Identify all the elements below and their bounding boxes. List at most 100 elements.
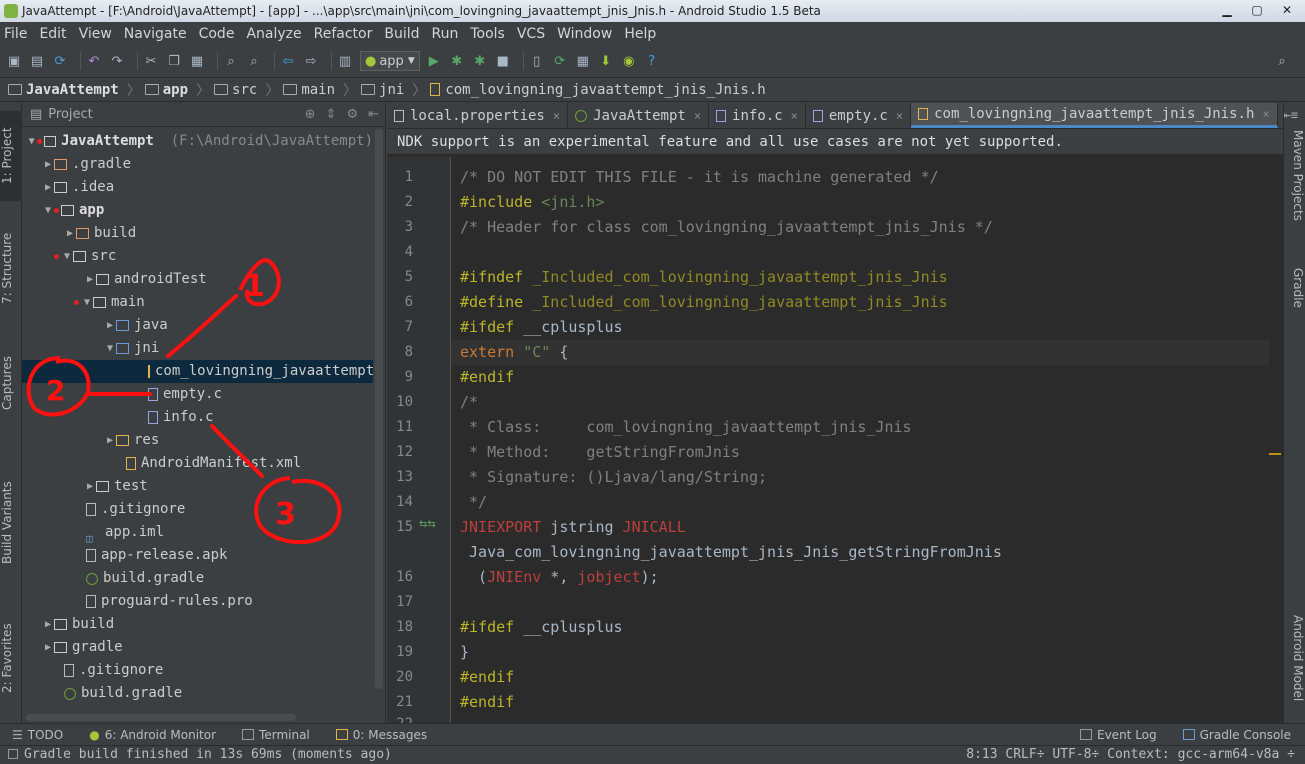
hide-icon[interactable]: ⇤ [368, 107, 379, 122]
menu-view[interactable]: View [79, 26, 112, 42]
tab-build-variants[interactable]: Build Variants [0, 463, 22, 583]
open-folder-icon[interactable]: ▣ [6, 53, 22, 69]
status-position[interactable]: 8:13 CRLF÷ UTF-8÷ Context: gcc-arm64-v8a… [966, 746, 1295, 764]
tree-node-root[interactable]: ▼ JavaAttempt (F:\Android\JavaAttempt) [22, 130, 373, 153]
tree-node-gradle-dir[interactable]: ▶ .gradle [22, 153, 373, 176]
tree-node-root-gitignore[interactable]: .gitignore [22, 659, 373, 682]
tree-node-root-build[interactable]: ▶ build [22, 613, 373, 636]
tree-node-apk[interactable]: app-release.apk [22, 544, 373, 567]
tab-favorites[interactable]: 2: Favorites [0, 608, 22, 708]
tree-node-jnis-header[interactable]: com_lovingning_javaattempt [22, 360, 374, 383]
tab-structure[interactable]: 7: Structure [0, 218, 22, 318]
tree-node-manifest[interactable]: AndroidManifest.xml [22, 452, 373, 475]
tool-terminal[interactable]: Terminal [242, 728, 310, 742]
run-config-select[interactable]: ● app ▼ [360, 51, 420, 71]
menu-window[interactable]: Window [557, 26, 612, 42]
menu-refactor[interactable]: Refactor [314, 26, 373, 42]
tree-node-proguard[interactable]: proguard-rules.pro [22, 590, 373, 613]
tab-maven-projects[interactable]: Maven Projects [1283, 115, 1305, 235]
undo-icon[interactable]: ↶ [86, 53, 102, 69]
sync-gradle-icon[interactable]: ⟳ [552, 53, 568, 69]
copy-icon[interactable]: ❐ [166, 53, 182, 69]
project-vertical-scrollbar[interactable] [375, 129, 383, 689]
tool-messages[interactable]: 0: Messages [335, 728, 427, 742]
tree-node-java[interactable]: ▶ java [22, 314, 373, 337]
help-icon[interactable]: ? [644, 53, 660, 69]
find-icon[interactable]: ⌕ [223, 53, 239, 69]
tab-captures[interactable]: Captures [0, 343, 22, 423]
tree-node-app-build-gradle[interactable]: build.gradle [22, 567, 373, 590]
breadcrumb-jni[interactable]: jni [361, 82, 404, 98]
tree-node-src[interactable]: ▼ src [22, 245, 373, 268]
menu-edit[interactable]: Edit [39, 26, 66, 42]
gear-icon[interactable]: ⚙ [346, 107, 358, 122]
tree-node-app-gitignore[interactable]: .gitignore [22, 498, 373, 521]
project-structure-icon[interactable]: ▦ [575, 53, 591, 69]
tool-android-monitor[interactable]: ● 6: Android Monitor [89, 728, 216, 742]
breadcrumb-src[interactable]: src [214, 82, 257, 98]
implementation-marker-icon[interactable]: ⇆⇆ [419, 519, 436, 530]
forward-icon[interactable]: ⇨ [303, 53, 319, 69]
minimize-button[interactable]: ▁ [1213, 1, 1241, 19]
tab-list-icon[interactable]: ⇤≡ [1278, 103, 1304, 128]
tree-node-androidtest[interactable]: ▶ androidTest [22, 268, 373, 291]
project-horizontal-scrollbar[interactable] [26, 714, 296, 721]
tool-todo[interactable]: ☰ TODO [12, 728, 63, 742]
sync-scroll-icon[interactable]: ⊕ [305, 107, 316, 122]
close-button[interactable]: ✕ [1273, 1, 1301, 19]
menu-navigate[interactable]: Navigate [124, 26, 187, 42]
tool-event-log[interactable]: Event Log [1080, 728, 1157, 742]
breadcrumb-file[interactable]: com_lovingning_javaattempt_jnis_Jnis.h [430, 82, 766, 98]
editor-error-stripe[interactable] [1269, 163, 1281, 703]
breadcrumb-app[interactable]: app [144, 82, 188, 98]
tab-javaattempt[interactable]: JavaAttempt × [568, 103, 710, 128]
debug-icon[interactable]: ✱ [449, 53, 465, 69]
tree-node-build[interactable]: ▶ build [22, 222, 373, 245]
android-device-monitor-icon[interactable]: ◉ [621, 53, 637, 69]
tab-empty-c[interactable]: empty.c × [806, 103, 912, 128]
attach-debugger-icon[interactable]: ✱ [472, 53, 488, 69]
menu-build[interactable]: Build [384, 26, 419, 42]
run-icon[interactable]: ▶ [426, 53, 442, 69]
breadcrumb-main[interactable]: main [283, 82, 335, 98]
status-toggle-icon[interactable] [8, 749, 18, 759]
close-tab-icon[interactable]: × [1262, 107, 1269, 121]
menu-tools[interactable]: Tools [470, 26, 505, 42]
tab-info-c[interactable]: info.c × [709, 103, 806, 128]
code-editor[interactable]: /* DO NOT EDIT THIS FILE - it is machine… [451, 157, 1269, 723]
tab-local-properties[interactable]: local.properties × [387, 103, 569, 128]
search-everywhere-icon[interactable]: ⌕ [1274, 53, 1290, 69]
maximize-button[interactable]: ▢ [1243, 1, 1271, 19]
save-icon[interactable]: ▤ [29, 53, 45, 69]
tree-node-res[interactable]: ▶ res [22, 429, 373, 452]
make-project-icon[interactable]: ▥ [337, 53, 353, 69]
sync-icon[interactable]: ⟳ [52, 53, 68, 69]
tree-node-idea[interactable]: ▶ .idea [22, 176, 373, 199]
avd-manager-icon[interactable]: ▯ [529, 53, 545, 69]
menu-analyze[interactable]: Analyze [246, 26, 301, 42]
close-tab-icon[interactable]: × [694, 109, 701, 123]
tree-node-root-build-gradle[interactable]: build.gradle [22, 682, 373, 705]
menu-code[interactable]: Code [199, 26, 235, 42]
menu-file[interactable]: File [4, 26, 27, 42]
cut-icon[interactable]: ✂ [143, 53, 159, 69]
replace-icon[interactable]: ⌕ [246, 53, 262, 69]
menu-help[interactable]: Help [624, 26, 656, 42]
menu-run[interactable]: Run [432, 26, 459, 42]
tab-jnis-header[interactable]: com_lovingning_javaattempt_jnis_Jnis.h × [911, 103, 1278, 128]
back-icon[interactable]: ⇦ [280, 53, 296, 69]
menu-vcs[interactable]: VCS [517, 26, 545, 42]
sdk-manager-icon[interactable]: ⬇ [598, 53, 614, 69]
tab-project[interactable]: 1: Project [0, 111, 22, 201]
tree-node-info-c[interactable]: info.c [22, 406, 373, 429]
tree-node-app[interactable]: ▼ app [22, 199, 373, 222]
tab-android-model[interactable]: Android Model [1283, 603, 1305, 713]
tab-gradle[interactable]: Gradle [1283, 253, 1305, 323]
tree-node-jni[interactable]: ▼ jni [22, 337, 373, 360]
close-tab-icon[interactable]: × [791, 109, 798, 123]
paste-icon[interactable]: ▦ [189, 53, 205, 69]
tree-node-main[interactable]: ▼ main [22, 291, 373, 314]
tree-node-root-gradle[interactable]: ▶ gradle [22, 636, 373, 659]
redo-icon[interactable]: ↷ [109, 53, 125, 69]
stop-icon[interactable]: ■ [495, 53, 511, 69]
